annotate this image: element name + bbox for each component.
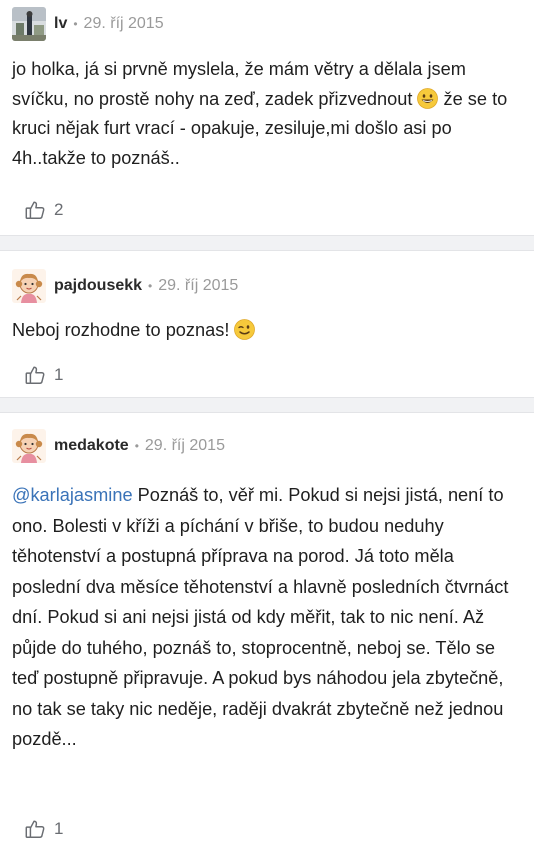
comment-header: medakote • 29. říj 2015 — [12, 428, 225, 464]
thumbs-up-icon — [25, 366, 45, 384]
mention-link[interactable]: @karlajasmine — [12, 485, 133, 505]
like-count: 2 — [54, 200, 64, 219]
thumbs-up-icon — [25, 820, 45, 838]
comment-1: lv • 29. říj 2015 jo holka, já si prvně … — [0, 0, 534, 235]
comment-date: 29. říj 2015 — [144, 437, 225, 454]
username[interactable]: pajdousekk — [54, 277, 142, 295]
like-count: 1 — [54, 365, 64, 384]
username[interactable]: medakote — [54, 437, 129, 455]
comment-text-part: Poznáš to, věř mi. Pokud si nejsi jistá,… — [12, 485, 509, 749]
like-button[interactable]: 2 — [24, 199, 63, 221]
username[interactable]: lv — [54, 15, 67, 33]
grinning-face-icon — [417, 87, 439, 109]
comment-text: jo holka, já si prvně myslela, že mám vě… — [12, 55, 520, 173]
comment-header: lv • 29. říj 2015 — [12, 6, 164, 42]
like-count: 1 — [54, 819, 64, 838]
thumbs-up-icon — [25, 201, 45, 219]
winking-face-icon — [234, 319, 256, 340]
avatar[interactable] — [12, 269, 46, 303]
avatar[interactable] — [12, 7, 46, 41]
comment-header: pajdousekk • 29. říj 2015 — [12, 268, 238, 304]
comment-date: 29. říj 2015 — [158, 277, 239, 294]
comment-text: Neboj rozhodne to poznas! — [12, 316, 520, 346]
like-button[interactable]: 1 — [24, 364, 63, 386]
separator-dot: • — [148, 279, 153, 293]
avatar[interactable] — [12, 429, 46, 463]
separator-dot: • — [73, 17, 78, 31]
comment-3: medakote • 29. říj 2015 @karlajasmine Po… — [0, 413, 534, 854]
comment-text: @karlajasmine Poznáš to, věř mi. Pokud s… — [12, 480, 520, 755]
separator-dot: • — [134, 439, 139, 453]
comment-2: pajdousekk • 29. říj 2015 Neboj rozhodne… — [0, 251, 534, 397]
like-button[interactable]: 1 — [24, 818, 63, 840]
comment-text-part: jo holka, já si prvně myslela, že mám vě… — [12, 59, 466, 109]
comment-separator — [0, 397, 534, 413]
comment-text-part: Neboj rozhodne to poznas! — [12, 320, 230, 340]
comment-date: 29. říj 2015 — [83, 15, 164, 32]
comment-separator — [0, 235, 534, 251]
